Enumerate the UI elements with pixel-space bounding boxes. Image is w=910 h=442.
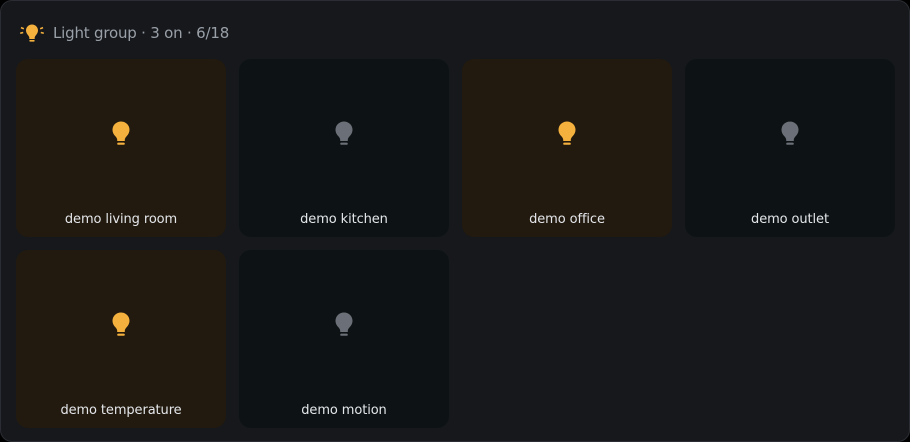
lightbulb-icon [112,312,130,336]
light-tile-label: demo motion [301,403,387,418]
light-tile-label: demo outlet [751,212,829,227]
lightbulb-icon [112,121,130,145]
card-title: Light group · 3 on · 6/18 [53,24,230,42]
light-tile-label: demo office [529,212,605,227]
light-tile-label: demo living room [64,212,178,227]
lightbulb-icon [781,121,799,145]
light-tile[interactable]: demo kitchen [239,59,449,237]
light-tile-label: demo kitchen [300,212,388,227]
light-tile[interactable]: demo temperature [16,250,226,428]
light-tile[interactable]: demo outlet [685,59,895,237]
lightbulb-icon [335,312,353,336]
lightbulb-group-icon [20,24,44,42]
light-tile[interactable]: demo motion [239,250,449,428]
card-header: Light group · 3 on · 6/18 [19,21,229,45]
light-tile[interactable]: demo office [462,59,672,237]
light-group-card: Light group · 3 on · 6/18 demo living ro… [0,0,910,442]
light-tile[interactable]: demo living room [16,59,226,237]
lightbulb-icon [558,121,576,145]
light-tile-label: demo temperature [60,403,182,418]
lightbulb-icon [335,121,353,145]
